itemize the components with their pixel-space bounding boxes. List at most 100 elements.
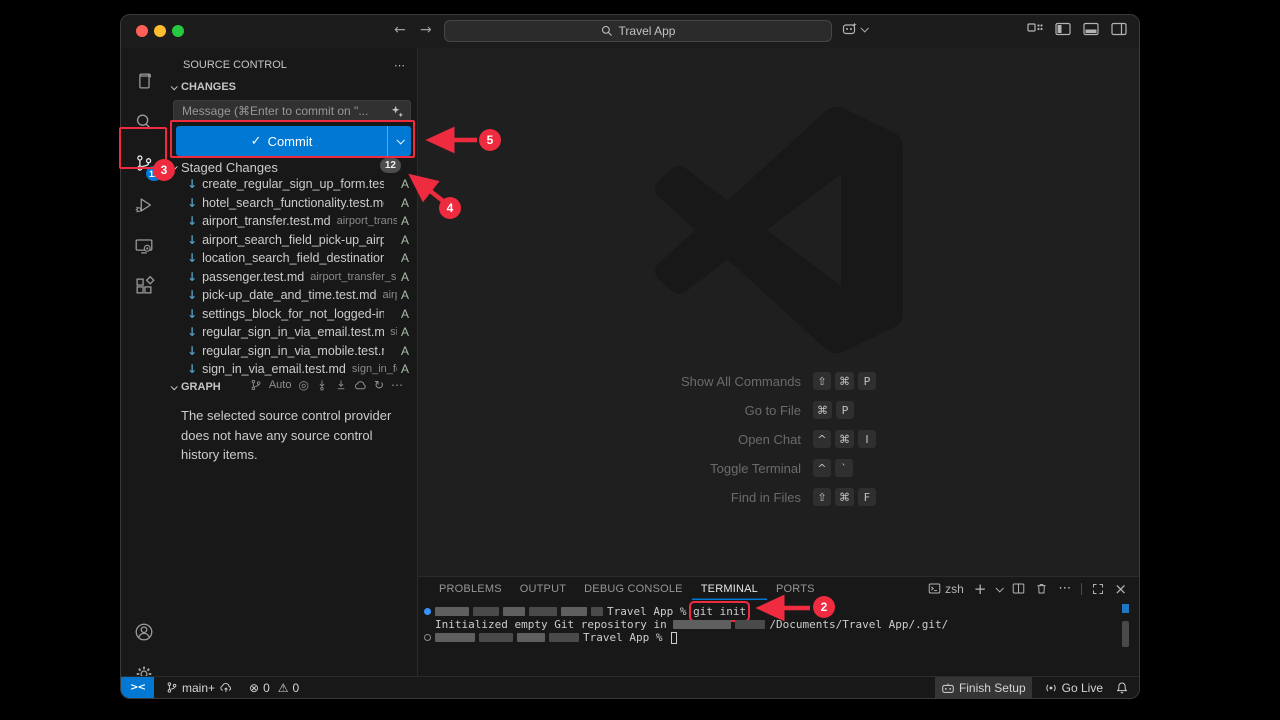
staged-file-row[interactable]: ↓airport_search_field_pick-up_airpor...A xyxy=(167,231,417,250)
key-chip: I xyxy=(858,430,876,448)
staged-file-row[interactable]: ↓pick-up_date_and_time.test.mdairp...A xyxy=(167,286,417,305)
git-status-added: A xyxy=(401,307,409,321)
key-chip: ⌘ xyxy=(813,401,832,419)
auto-label[interactable]: Auto xyxy=(269,379,292,391)
git-status-added: A xyxy=(401,288,409,302)
key-chip: ^ xyxy=(813,459,831,477)
explorer-icon[interactable] xyxy=(121,61,167,101)
search-view-icon[interactable] xyxy=(121,102,167,142)
key-chip: ⌘ xyxy=(835,430,854,448)
command-center-search[interactable]: Travel App xyxy=(444,20,832,42)
key-chip: ` xyxy=(835,459,853,477)
terminal-prompt: Travel App % xyxy=(607,605,693,618)
refresh-icon[interactable]: ↻ xyxy=(374,378,384,392)
tab-ports[interactable]: PORTS xyxy=(767,577,824,600)
branch-icon xyxy=(166,681,178,694)
split-terminal-icon[interactable] xyxy=(1012,582,1025,595)
staged-changes-header[interactable]: Staged Changes 12 xyxy=(171,160,411,175)
target-icon[interactable]: ◎ xyxy=(298,378,308,392)
staged-file-row[interactable]: ↓sign_in_via_email.test.mdsign_in_fo...A xyxy=(167,360,417,379)
commit-button[interactable]: ✓ Commit xyxy=(176,126,411,156)
divider xyxy=(1081,583,1082,595)
shortcut-label: Find in Files xyxy=(731,490,801,505)
staged-file-row[interactable]: ↓create_regular_sign_up_form.test.mdA xyxy=(167,175,417,194)
go-live-button[interactable]: Go Live xyxy=(1038,677,1109,698)
new-terminal-icon[interactable]: + xyxy=(974,580,987,598)
branch-status-item[interactable]: main+ xyxy=(160,677,239,698)
forward-icon[interactable]: → xyxy=(420,22,432,38)
finish-setup-button[interactable]: Finish Setup xyxy=(935,677,1032,698)
maximize-panel-icon[interactable] xyxy=(1092,583,1104,595)
close-window-button[interactable] xyxy=(136,25,148,37)
tab-problems[interactable]: PROBLEMS xyxy=(430,577,511,600)
markdown-file-icon: ↓ xyxy=(187,270,197,284)
errors-count: 0 xyxy=(263,681,270,695)
markdown-file-icon: ↓ xyxy=(187,325,197,339)
more-actions-icon[interactable]: ⋯ xyxy=(391,378,403,392)
git-status-added: A xyxy=(401,362,409,376)
finish-setup-label: Finish Setup xyxy=(959,681,1026,695)
extensions-icon[interactable] xyxy=(121,266,167,306)
graph-section-header[interactable]: GRAPH Auto ◎ ↻ ⋯ xyxy=(171,381,411,393)
chevron-down-icon xyxy=(171,83,178,90)
terminal-scrollbar[interactable] xyxy=(1122,621,1129,647)
markdown-file-icon: ↓ xyxy=(187,362,197,376)
markdown-file-icon: ↓ xyxy=(187,214,197,228)
staged-file-row[interactable]: ↓regular_sign_in_via_mobile.test.md...A xyxy=(167,342,417,361)
toggle-secondary-sidebar-icon[interactable] xyxy=(1111,21,1127,37)
tab-output[interactable]: OUTPUT xyxy=(511,577,575,600)
run-debug-icon[interactable] xyxy=(121,185,167,225)
terminal-output-path: /Documents/Travel App/.git/ xyxy=(769,618,948,631)
shell-label: zsh xyxy=(945,582,964,596)
sparkle-icon[interactable] xyxy=(391,105,404,118)
copilot-menu[interactable] xyxy=(842,21,867,37)
chevron-down-icon xyxy=(171,383,178,390)
bottom-panel: PROBLEMS OUTPUT DEBUG CONSOLE TERMINAL P… xyxy=(418,576,1139,676)
tab-debug-console[interactable]: DEBUG CONSOLE xyxy=(575,577,692,600)
key-chip: P xyxy=(858,372,876,390)
terminal-content[interactable]: Travel App % git init Initialized empty … xyxy=(418,601,1139,676)
zoom-window-button[interactable] xyxy=(172,25,184,37)
remote-explorer-icon[interactable] xyxy=(121,226,167,266)
fetch-icon[interactable] xyxy=(316,379,328,391)
terminal-cursor xyxy=(671,632,677,644)
cloud-icon[interactable] xyxy=(354,379,367,392)
kill-terminal-icon[interactable] xyxy=(1035,582,1048,595)
shell-selector[interactable]: zsh xyxy=(928,582,964,596)
toggle-panel-icon[interactable] xyxy=(1083,21,1099,37)
markdown-file-icon: ↓ xyxy=(187,233,197,247)
tab-terminal[interactable]: TERMINAL xyxy=(692,577,767,600)
minimize-window-button[interactable] xyxy=(154,25,166,37)
staged-file-row[interactable]: ↓airport_transfer.test.mdairport_trans..… xyxy=(167,212,417,231)
back-icon[interactable]: ← xyxy=(394,22,406,38)
commit-message-input[interactable] xyxy=(174,104,391,118)
publish-cloud-icon xyxy=(219,681,233,694)
notifications-bell[interactable] xyxy=(1109,677,1139,698)
annotation-step-5: 5 xyxy=(479,129,501,151)
robot-icon xyxy=(941,681,955,695)
problems-status-item[interactable]: ⊗ 0 ⚠ 0 xyxy=(243,677,305,698)
staged-file-row[interactable]: ↓regular_sign_in_via_email.test.mdsi...A xyxy=(167,323,417,342)
key-chip: ⇧ xyxy=(813,372,831,390)
staged-file-row[interactable]: ↓hotel_search_functionality.test.mdA xyxy=(167,194,417,213)
activity-bar: 12 1 xyxy=(121,48,167,676)
close-panel-icon[interactable]: × xyxy=(1114,580,1127,598)
changes-section-header[interactable]: CHANGES xyxy=(171,81,411,93)
staged-file-row[interactable]: ↓passenger.test.mdairport_transfer_s...A xyxy=(167,268,417,287)
check-icon: ✓ xyxy=(251,134,262,149)
staged-file-row[interactable]: ↓location_search_field_destination_l...A xyxy=(167,249,417,268)
accounts-icon[interactable] xyxy=(121,612,167,652)
staged-file-row[interactable]: ↓settings_block_for_not_logged-in_u...A xyxy=(167,305,417,324)
toggle-primary-sidebar-icon[interactable] xyxy=(1055,21,1071,37)
commit-dropdown-button[interactable] xyxy=(387,126,411,156)
branch-icon xyxy=(250,379,262,391)
chevron-down-icon[interactable] xyxy=(996,584,1004,592)
more-actions-icon[interactable]: ⋯ xyxy=(1058,581,1071,596)
errors-icon: ⊗ xyxy=(249,681,259,695)
remote-indicator[interactable]: >< xyxy=(121,677,154,698)
shortcut-label: Toggle Terminal xyxy=(710,461,801,476)
customize-layout-icon[interactable] xyxy=(1027,21,1043,37)
terminal-overview-marker xyxy=(1122,604,1129,613)
more-actions-icon[interactable]: ⋯ xyxy=(394,59,405,72)
pull-icon[interactable] xyxy=(335,379,347,391)
